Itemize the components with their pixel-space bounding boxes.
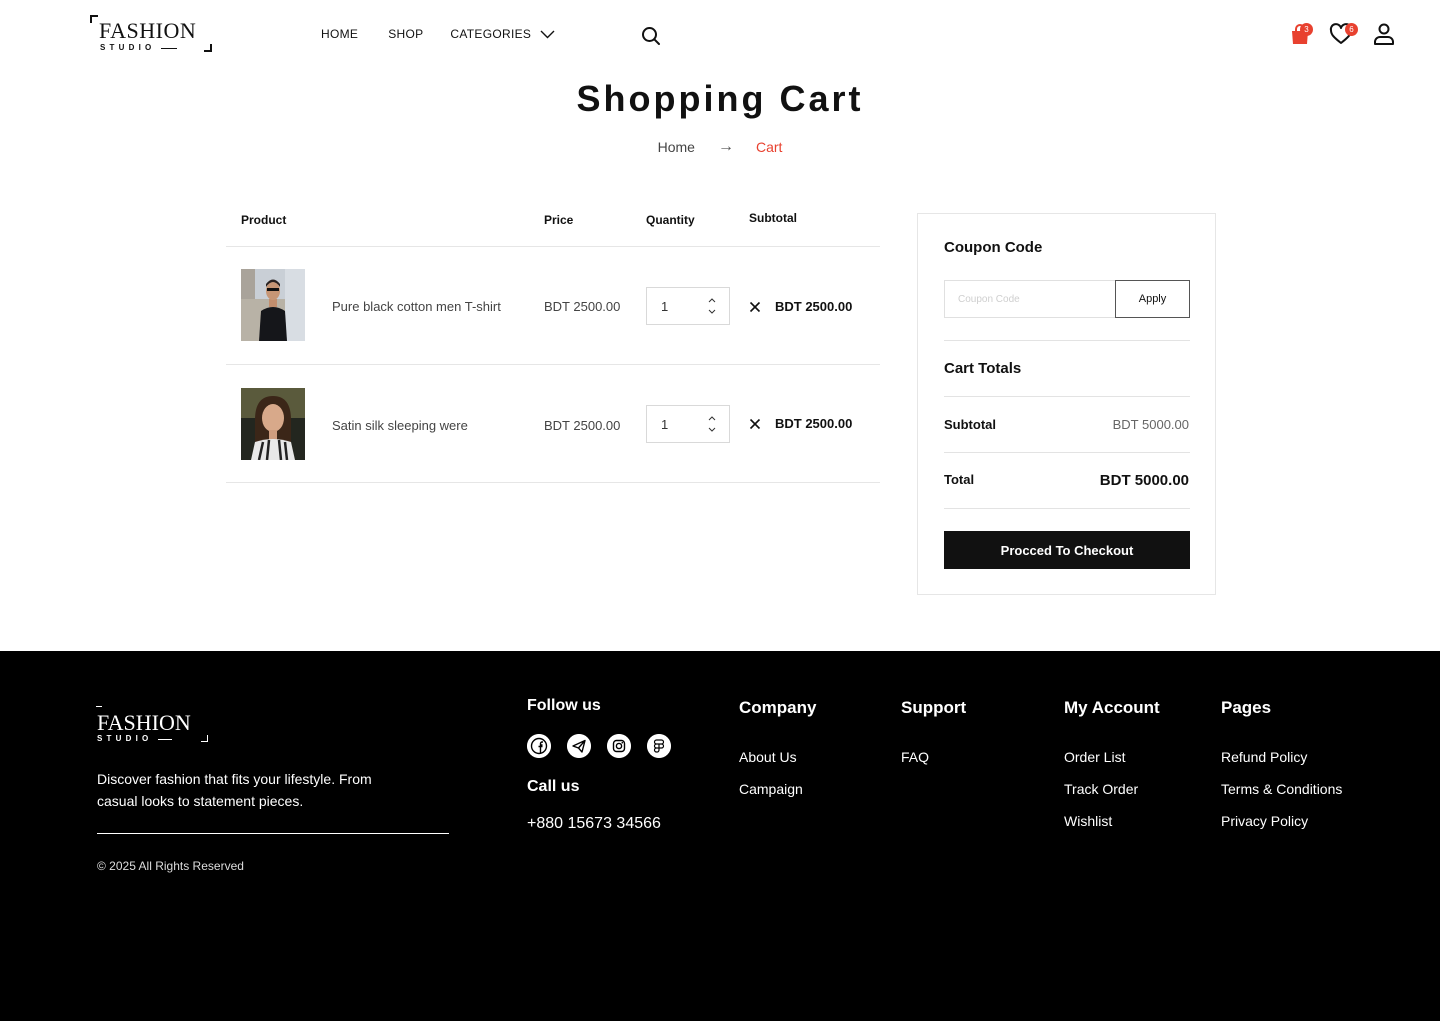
summary-divider bbox=[944, 340, 1190, 341]
breadcrumb-home[interactable]: Home bbox=[658, 139, 695, 155]
apply-coupon-button[interactable]: Apply bbox=[1115, 280, 1190, 318]
table-divider bbox=[226, 246, 880, 247]
close-icon[interactable] bbox=[749, 301, 761, 313]
column-header-quantity: Quantity bbox=[646, 213, 695, 227]
cart-count-badge: 3 bbox=[1300, 23, 1313, 36]
logo-wordmark: FASHION bbox=[99, 18, 197, 43]
column-header-price: Price bbox=[544, 213, 574, 227]
total-value: BDT 5000.00 bbox=[1099, 472, 1189, 489]
logo-corner-bottom-right bbox=[201, 735, 208, 742]
product-price: BDT 2500.00 bbox=[544, 299, 621, 314]
column-header-subtotal: Subtotal bbox=[749, 211, 797, 225]
cart-summary-panel: Coupon Code Apply Cart Totals Subtotal B… bbox=[917, 213, 1216, 595]
summary-divider bbox=[944, 508, 1190, 509]
footer-link-terms[interactable]: Terms & Conditions bbox=[1221, 781, 1342, 797]
page-title: Shopping Cart bbox=[576, 78, 864, 119]
footer-link-privacy[interactable]: Privacy Policy bbox=[1221, 813, 1308, 829]
main-nav: HOME SHOP CATEGORIES bbox=[321, 27, 555, 41]
support-title: Support bbox=[901, 698, 967, 717]
product-image[interactable] bbox=[241, 388, 305, 460]
user-icon bbox=[1374, 23, 1394, 45]
summary-divider bbox=[944, 396, 1190, 397]
item-subtotal: BDT 2500.00 bbox=[775, 416, 853, 431]
breadcrumb-arrow-icon: → bbox=[717, 138, 734, 155]
phone-number[interactable]: +880 15673 34566 bbox=[527, 815, 661, 833]
quantity-value: 1 bbox=[661, 417, 669, 432]
summary-divider bbox=[944, 452, 1190, 453]
footer-link-order-list[interactable]: Order List bbox=[1064, 749, 1125, 765]
logo-corner-bottom-right bbox=[204, 44, 212, 52]
footer-link-refund[interactable]: Refund Policy bbox=[1221, 749, 1307, 765]
coupon-title: Coupon Code bbox=[944, 239, 1043, 256]
follow-title: Follow us bbox=[527, 697, 601, 714]
quantity-value: 1 bbox=[661, 299, 669, 314]
table-divider bbox=[226, 482, 880, 483]
quantity-stepper[interactable]: 1 bbox=[646, 405, 730, 443]
logo-tagline: STUDIO bbox=[97, 734, 153, 743]
cart-button[interactable]: 3 bbox=[1288, 22, 1313, 46]
chevron-down-icon[interactable] bbox=[707, 308, 717, 316]
wishlist-count-badge: 6 bbox=[1345, 23, 1358, 36]
chevron-up-icon[interactable] bbox=[707, 414, 717, 422]
footer-divider bbox=[97, 833, 449, 834]
footer-description: Discover fashion that fits your lifestyl… bbox=[97, 771, 372, 809]
brand-logo[interactable]: FASHION STUDIO bbox=[90, 15, 212, 52]
footer-link-faq[interactable]: FAQ bbox=[901, 749, 929, 765]
nav-home[interactable]: HOME bbox=[321, 27, 358, 41]
company-title: Company bbox=[739, 698, 817, 717]
footer-link-campaign[interactable]: Campaign bbox=[739, 781, 803, 797]
telegram-icon[interactable] bbox=[567, 734, 591, 758]
close-icon[interactable] bbox=[749, 418, 761, 430]
figma-icon[interactable] bbox=[647, 734, 671, 758]
product-name[interactable]: Pure black cotton men T-shirt bbox=[332, 299, 501, 314]
nav-categories[interactable]: CATEGORIES bbox=[450, 27, 555, 41]
breadcrumb: Home → Cart bbox=[0, 138, 1440, 156]
nav-shop[interactable]: SHOP bbox=[388, 27, 423, 41]
logo-corner-top-left bbox=[90, 15, 98, 23]
logo-corner-top-left bbox=[96, 706, 102, 707]
nav-categories-label: CATEGORIES bbox=[450, 27, 532, 41]
pages-title: Pages bbox=[1221, 698, 1272, 717]
product-name[interactable]: Satin silk sleeping were bbox=[332, 418, 468, 433]
copyright: © 2025 All Rights Reserved bbox=[97, 859, 244, 873]
cart-totals-title: Cart Totals bbox=[944, 360, 1022, 377]
footer-link-wishlist[interactable]: Wishlist bbox=[1064, 813, 1112, 829]
subtotal-value: BDT 5000.00 bbox=[1112, 417, 1189, 432]
breadcrumb-current: Cart bbox=[755, 139, 783, 155]
logo-wordmark: FASHION bbox=[97, 710, 191, 735]
quantity-stepper[interactable]: 1 bbox=[646, 287, 730, 325]
footer: FASHION STUDIO Discover fashion that fit… bbox=[0, 651, 1440, 1021]
table-divider bbox=[226, 364, 880, 365]
logo-tagline: STUDIO bbox=[100, 43, 156, 52]
logo-tagline-rule bbox=[158, 739, 172, 740]
chevron-down-icon[interactable] bbox=[707, 426, 717, 434]
instagram-icon[interactable] bbox=[607, 734, 631, 758]
total-label: Total bbox=[944, 472, 975, 487]
search-icon[interactable] bbox=[641, 26, 661, 46]
checkout-button[interactable]: Procced To Checkout bbox=[944, 531, 1190, 569]
account-title: My Account bbox=[1064, 698, 1160, 717]
logo-tagline-rule bbox=[161, 48, 177, 49]
chevron-up-icon[interactable] bbox=[707, 296, 717, 304]
wishlist-button[interactable]: 6 bbox=[1329, 22, 1358, 46]
product-image[interactable] bbox=[241, 269, 305, 341]
subtotal-label: Subtotal bbox=[944, 417, 996, 432]
call-title: Call us bbox=[527, 778, 580, 795]
footer-link-about[interactable]: About Us bbox=[739, 749, 797, 765]
column-header-product: Product bbox=[241, 213, 287, 227]
account-button[interactable] bbox=[1372, 22, 1396, 46]
chevron-down-icon bbox=[540, 30, 555, 38]
facebook-icon[interactable] bbox=[527, 734, 551, 758]
coupon-input[interactable] bbox=[944, 280, 1116, 318]
product-price: BDT 2500.00 bbox=[544, 418, 621, 433]
item-subtotal: BDT 2500.00 bbox=[775, 299, 853, 314]
footer-logo[interactable]: FASHION STUDIO bbox=[96, 706, 208, 743]
footer-link-track-order[interactable]: Track Order bbox=[1064, 781, 1138, 797]
